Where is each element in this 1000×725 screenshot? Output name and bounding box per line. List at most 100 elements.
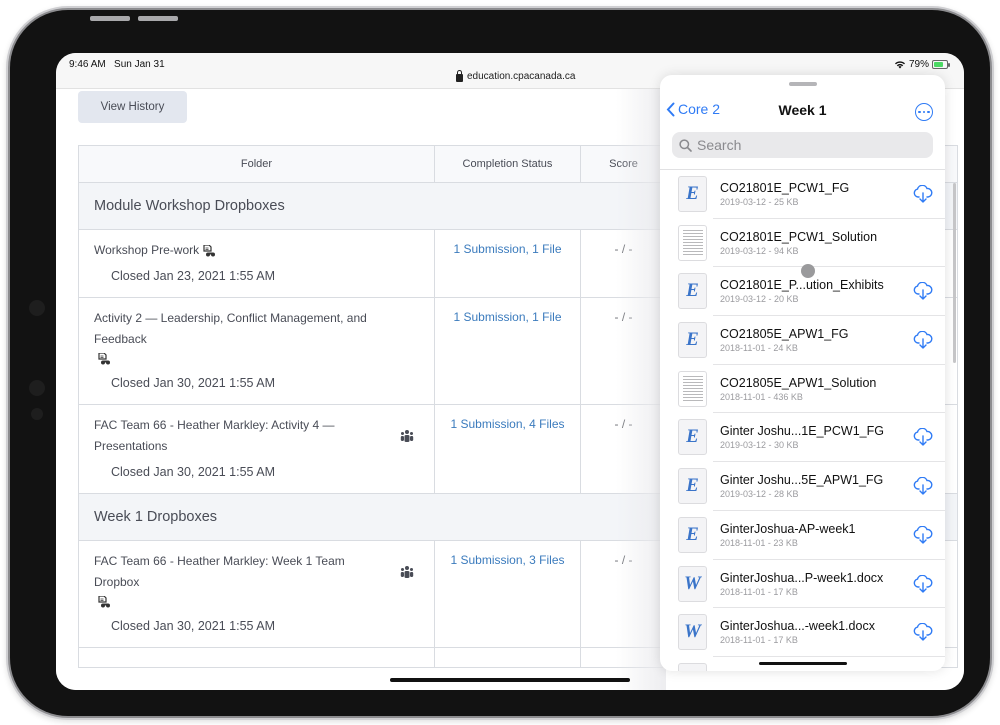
screen: 9:46 AM Sun Jan 31 education.cpacanada.c… [56,53,964,690]
file-name: GinterJoshua...-week1.docx [720,619,875,634]
file-item[interactable]: E CO21805E_APW1_FG 2018-11-01 - 24 KB [660,316,945,365]
cloud-download-icon[interactable] [913,282,933,301]
search-icon [679,138,692,152]
folder-cell: FAC Team 66 - Heather Markley: Activity … [79,405,435,493]
wifi-icon [894,61,905,69]
battery-icon [932,60,950,69]
folder-title[interactable]: FAC Team 66 - Heather Markley: Week 1 Te… [94,554,345,589]
touch-indicator [801,264,815,278]
closed-date: Closed Jan 30, 2021 1:55 AM [111,619,276,633]
back-button[interactable]: Core 2 [666,101,720,117]
folder-title[interactable]: FAC Team 66 - Heather Markley: Activity … [94,418,335,453]
ipad-device: 9:46 AM Sun Jan 31 education.cpacanada.c… [10,10,990,716]
chevron-left-icon [666,102,675,116]
file-meta: 2018-11-01 - 17 KB [720,586,798,597]
excel-file-icon: E [678,176,707,212]
search-field[interactable] [672,132,933,158]
excel-file-icon: E [678,273,707,310]
file-list: E CO21801E_PCW1_FG 2019-03-12 - 25 KB CO… [660,169,945,671]
file-meta: 2018-11-01 - 23 KB [720,537,798,548]
status-cell: 1 Submission, 1 File [435,230,581,297]
file-item[interactable]: CO21805E_APW1_Solution 2018-11-01 - 436 … [660,365,945,414]
closed-date: Closed Jan 30, 2021 1:55 AM [111,376,276,390]
file-item[interactable]: E Ginter Joshu...5E_APW1_FG 2019-03-12 -… [660,462,945,511]
folder-title[interactable]: Workshop Pre-work [94,243,199,257]
excel-file-icon: E [678,468,707,505]
file-meta: 2019-03-12 - 28 KB [720,489,799,500]
file-thumbnail [678,662,707,671]
volume-button [138,16,178,21]
file-name: GinterJoshua...P-week1.docx [720,570,884,585]
header-completion-status[interactable]: Completion Status [435,146,581,182]
file-name: CO21801E_PCW1_FG [720,181,850,195]
file-meta: 2019-03-12 - 20 KB [720,294,799,305]
status-right: 79% [894,59,950,70]
excel-file-icon: E [678,419,707,456]
document-thumbnail [678,370,707,407]
back-label: Core 2 [678,101,721,117]
file-name: CO21805E_APW1_Solution [720,375,877,390]
submission-icon [98,595,110,608]
file-meta: 2019-03-12 - 94 KB [720,245,799,256]
status-time: 9:46 AM Sun Jan 31 [69,59,165,70]
closed-date: Closed Jan 23, 2021 1:55 AM [111,269,276,283]
camera-icon [29,300,45,316]
cloud-download-icon[interactable] [913,623,933,641]
home-indicator[interactable] [390,678,630,682]
url-text: education.cpacanada.ca [467,71,576,82]
status-cell: 1 Submission, 1 File [435,298,581,404]
file-item[interactable]: W GinterJoshua...P-week1.docx 2018-11-01… [660,560,945,609]
file-name: Ginter Joshu...1E_PCW1_FG [720,424,884,439]
cloud-download-icon[interactable] [913,185,933,203]
closed-date: Closed Jan 30, 2021 1:55 AM [111,465,276,479]
excel-file-icon: E [678,322,707,359]
file-item[interactable]: E GinterJoshua-AP-week1 2018-11-01 - 23 … [660,511,945,560]
cloud-download-icon[interactable] [913,331,933,349]
group-icon [400,430,414,442]
panel-grabber[interactable] [789,82,817,86]
folder-cell: FAC Team 66 - Heather Markley: Week 1 Te… [79,541,435,647]
lock-icon [456,69,463,82]
more-options-button[interactable] [915,103,933,121]
word-file-icon: W [678,565,707,602]
document-thumbnail [678,224,707,261]
view-history-button[interactable]: View History [78,91,187,123]
cloud-download-icon[interactable] [913,477,933,495]
header-folder[interactable]: Folder [79,146,435,182]
submission-icon [98,352,110,365]
cloud-download-icon[interactable] [913,428,933,447]
search-input[interactable] [697,137,917,153]
cloud-download-icon[interactable] [913,525,933,544]
group-icon [400,566,414,578]
panel-nav: Week 1 Core 2 [660,99,945,123]
file-meta: 2019-03-12 - 25 KB [720,197,799,207]
file-name: CO21805E_APW1_FG [720,327,849,342]
submission-link[interactable]: 1 Submission, 1 File [453,310,561,324]
camera-icon [29,380,45,396]
file-item[interactable]: E CO21801E_PCW1_FG 2019-03-12 - 25 KB [660,170,945,219]
sensor-icon [31,408,43,420]
url-bar[interactable]: education.cpacanada.ca [456,69,576,82]
file-name: Ginter Joshu...5E_APW1_FG [720,473,884,488]
submission-link[interactable]: 1 Submission, 1 File [453,242,561,256]
submission-link[interactable]: 1 Submission, 3 Files [450,553,564,567]
status-cell: 1 Submission, 3 Files [435,541,581,647]
battery-percent: 79% [908,59,929,70]
panel-scrollbar[interactable] [953,183,956,363]
excel-file-icon: E [678,516,707,553]
volume-button [90,16,130,21]
folder-cell: Activity 2 — Leadership, Conflict Manage… [79,298,435,404]
submission-link[interactable]: 1 Submission, 4 Files [450,417,564,431]
cloud-download-icon[interactable] [913,574,933,593]
file-meta: 2018-11-01 - 24 KB [720,343,798,354]
folder-title[interactable]: Activity 2 — Leadership, Conflict Manage… [94,311,367,346]
panel-home-indicator[interactable] [759,662,847,665]
file-meta: 2018-11-01 - 17 KB [720,635,798,646]
file-item[interactable]: E Ginter Joshu...1E_PCW1_FG 2019-03-12 -… [660,413,945,462]
file-item[interactable]: W GinterJoshua...-week1.docx 2018-11-01 … [660,608,945,657]
status-cell: 1 Submission, 4 Files [435,405,581,493]
submission-icon [203,244,216,257]
file-meta: 2019-03-12 - 30 KB [720,440,799,451]
file-item[interactable]: CO21801E_PCW1_Solution 2019-03-12 - 94 K… [660,219,945,268]
folder-cell: Workshop Pre-work Closed Jan 23, 2021 1:… [79,230,435,297]
